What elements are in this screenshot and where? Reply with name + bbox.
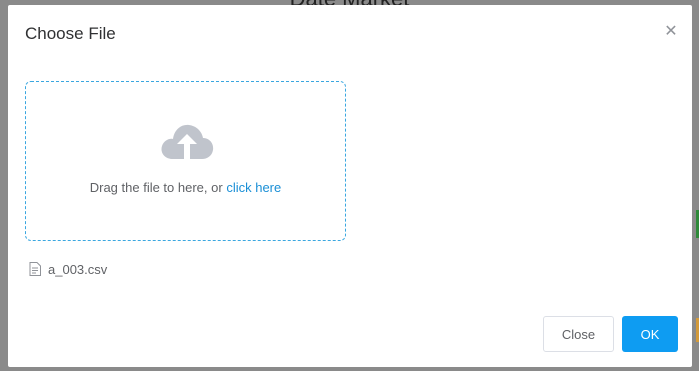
close-icon[interactable]: ✕ (664, 24, 678, 40)
upload-dropzone[interactable]: Drag the file to here, or click here (25, 81, 346, 241)
choose-file-dialog: Choose File ✕ Drag the file to here, or … (8, 5, 692, 367)
uploaded-file-item[interactable]: a_003.csv (29, 260, 107, 278)
dropzone-prompt: Drag the file to here, or (89, 180, 223, 195)
close-button[interactable]: Close (543, 316, 614, 352)
document-icon (29, 262, 41, 276)
file-name: a_003.csv (48, 261, 108, 277)
click-here-link[interactable]: click here (226, 180, 281, 195)
ok-button[interactable]: OK (622, 316, 678, 352)
dialog-title: Choose File (25, 24, 116, 43)
cloud-upload-icon (161, 124, 214, 159)
dropzone-text: Drag the file to here, or click here (26, 180, 345, 195)
